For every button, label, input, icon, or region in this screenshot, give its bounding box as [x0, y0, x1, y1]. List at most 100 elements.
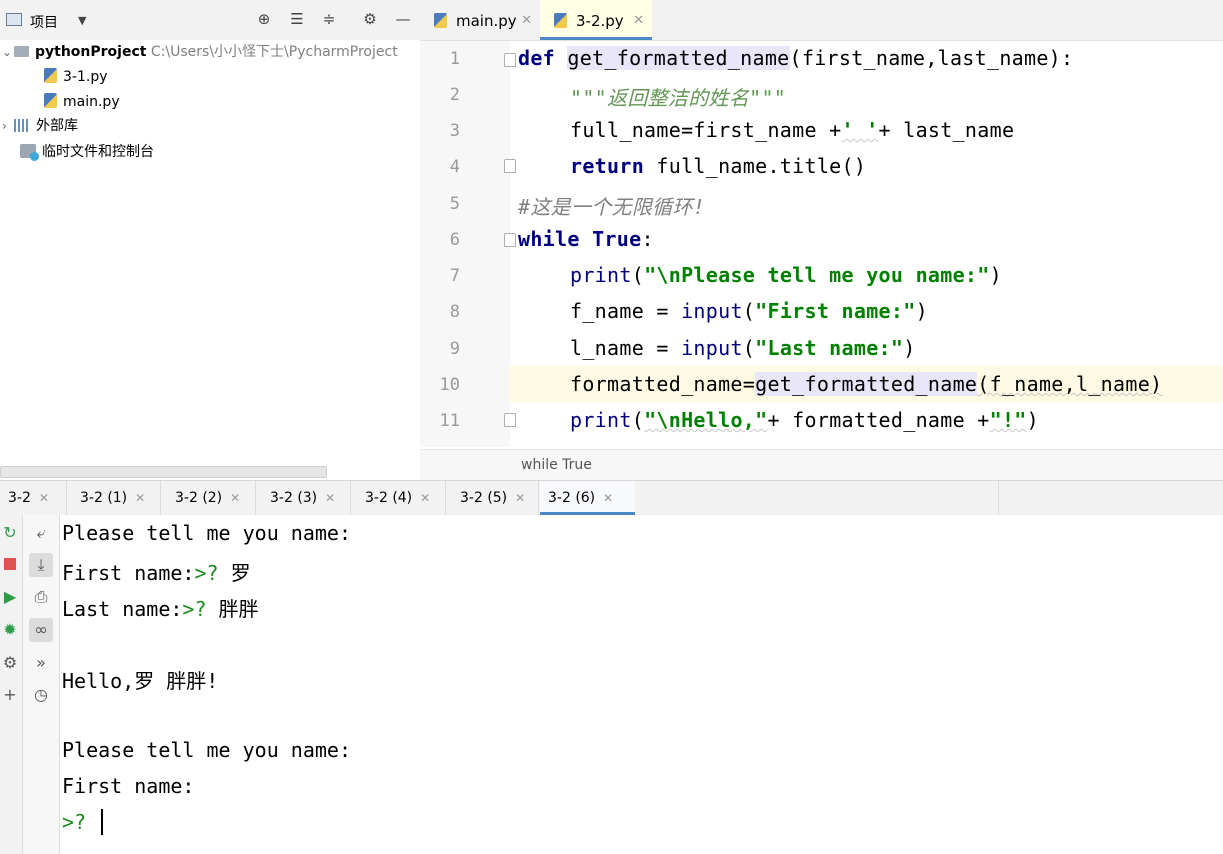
code-text: (f_name,l_name) — [977, 372, 1163, 396]
code-text: full_name=first_name + — [570, 118, 842, 142]
close-icon[interactable]: ✕ — [230, 491, 240, 505]
keyword: return — [570, 154, 645, 178]
run-tab-active[interactable]: 3-2 (6) ✕ — [540, 481, 635, 515]
console-line: Please tell me you name: — [62, 738, 351, 762]
scratches-label: 临时文件和控制台 — [42, 144, 154, 160]
line-number: 5 — [449, 194, 460, 214]
close-icon[interactable]: ✕ — [515, 491, 525, 505]
collapse-all-icon[interactable]: ≑ — [319, 9, 339, 29]
close-icon[interactable]: ✕ — [39, 491, 49, 505]
project-window-icon — [6, 13, 22, 26]
close-icon[interactable]: ✕ — [135, 491, 145, 505]
code-text: (first_name,last_name): — [789, 46, 1074, 70]
tab-3-2-py[interactable]: 3-2.py ✕ — [540, 0, 652, 40]
close-icon[interactable]: ✕ — [633, 0, 644, 42]
code-text: ( — [631, 263, 645, 287]
line-number-gutter: 1 2 3 4 5 6 7 8 9 10 11 — [420, 41, 516, 447]
debug-icon[interactable]: ✹ — [0, 618, 22, 642]
tab-separator — [66, 481, 67, 515]
chevron-right-icon[interactable]: › — [2, 114, 14, 138]
expand-all-icon[interactable]: ☰ — [287, 9, 307, 29]
stop-icon[interactable] — [0, 553, 22, 577]
code-line-8: f_name = input("First name:") — [570, 299, 928, 323]
add-icon[interactable]: + — [0, 683, 22, 707]
run-icon[interactable]: ▶ — [0, 585, 22, 609]
console-input-line[interactable]: >? — [62, 810, 98, 834]
user-input: 胖胖 — [218, 597, 259, 621]
run-tab-bar: 3-2 ✕ 3-2 (1) ✕ 3-2 (2) ✕ 3-2 (3) ✕ 3-2 (4) ✕… — [0, 480, 1223, 516]
code-line-4: return full_name.title() — [570, 154, 866, 178]
breadcrumb-item[interactable]: while True — [521, 457, 592, 473]
tree-item-file[interactable]: main.py — [44, 90, 120, 114]
run-tab-label: 3-2 — [8, 490, 31, 506]
python-file-icon — [554, 13, 567, 28]
close-icon[interactable]: ✕ — [603, 491, 613, 505]
history-icon[interactable]: ◷ — [29, 683, 53, 707]
code-text: full_name.title() — [644, 154, 867, 178]
string-literal: "First name:" — [755, 299, 916, 323]
tab-main-py[interactable]: main.py ✕ — [420, 0, 540, 40]
run-tab[interactable]: 3-2 (3) ✕ — [262, 481, 354, 515]
tree-item-scratches[interactable]: 临时文件和控制台 — [20, 140, 154, 164]
tab-label: main.py — [456, 12, 517, 30]
code-text: : — [641, 227, 654, 251]
close-icon[interactable]: ✕ — [521, 0, 532, 42]
console-line: First name:>? 罗 — [62, 557, 251, 586]
code-line-11: print("\nHello,"+ formatted_name +"!") — [570, 408, 1039, 432]
console-text: First name: — [62, 774, 195, 798]
close-icon[interactable]: ✕ — [420, 491, 430, 505]
close-icon[interactable]: ✕ — [325, 491, 335, 505]
run-tab[interactable]: 3-2 (2) ✕ — [167, 481, 259, 515]
run-toolbar: ↻ ▶ ✹ ⚙ + — [0, 515, 23, 854]
code-line-3: full_name=first_name +' '+ last_name — [570, 118, 1014, 142]
chevron-down-icon[interactable]: ⌄ — [2, 40, 14, 64]
console-text: Please tell me you name: — [62, 521, 351, 545]
variables-view-icon[interactable]: ∞ — [29, 618, 53, 642]
locate-icon[interactable]: ⊕ — [254, 9, 274, 29]
line-number: 6 — [449, 230, 460, 250]
tab-label: 3-2.py — [576, 12, 624, 30]
run-tab[interactable]: 3-2 (5) ✕ — [452, 481, 544, 515]
console-line: Please tell me you name: — [62, 521, 351, 545]
line-number: 9 — [449, 339, 460, 359]
breadcrumb[interactable]: while True — [420, 449, 1223, 480]
soft-wrap-icon[interactable]: ⤶ — [29, 521, 53, 545]
scroll-to-end-icon[interactable]: ⤓ — [29, 553, 53, 577]
tree-item-file[interactable]: 3-1.py — [44, 65, 108, 89]
tree-item-project-root[interactable]: ⌄ pythonProject C:\Users\小小怪下士\PycharmPro… — [2, 40, 398, 64]
console-line: First name: — [62, 774, 194, 798]
line-number: 2 — [449, 85, 460, 105]
code-text: + last_name — [878, 118, 1015, 142]
run-tab[interactable]: 3-2 (1) ✕ — [72, 481, 162, 515]
rerun-icon[interactable]: ↻ — [0, 521, 22, 545]
string-literal: ' ' — [841, 118, 879, 142]
gear-icon[interactable]: ⚙ — [360, 9, 380, 29]
code-editor[interactable]: def get_formatted_name(first_name,last_n… — [510, 41, 1223, 447]
scratches-icon — [20, 144, 39, 161]
console-text: Last name: — [62, 597, 183, 621]
keyword: while — [518, 227, 580, 251]
run-tab-label: 3-2 (1) — [80, 490, 128, 506]
input-prompt: >? — [62, 810, 99, 834]
user-input: 罗 — [230, 561, 251, 585]
tab-separator — [445, 481, 446, 515]
run-tab[interactable]: 3-2 ✕ — [0, 481, 66, 515]
run-tab-label: 3-2 (4) — [365, 490, 413, 506]
project-tree: ⌄ pythonProject C:\Users\小小怪下士\PycharmPro… — [0, 40, 420, 470]
run-tab[interactable]: 3-2 (4) ✕ — [357, 481, 449, 515]
horizontal-scrollbar[interactable] — [0, 466, 327, 478]
line-number: 4 — [449, 157, 460, 177]
minimize-icon[interactable]: — — [393, 9, 413, 29]
tree-item-external-libraries[interactable]: › 外部库 — [2, 114, 78, 138]
string-literal: "\nHello," — [644, 408, 768, 432]
string-literal: "!" — [989, 408, 1027, 432]
print-icon[interactable]: ⎙ — [29, 585, 53, 609]
execute-icon[interactable]: » — [29, 651, 53, 675]
settings-icon[interactable]: ⚙ — [0, 651, 22, 675]
project-panel-title[interactable]: 项目 — [30, 12, 58, 32]
code-text: ) — [903, 336, 916, 360]
python-file-icon — [44, 67, 57, 83]
code-line-7: print("\nPlease tell me you name:") — [570, 263, 1002, 287]
chevron-down-icon[interactable]: ▼ — [78, 14, 86, 27]
console-output[interactable]: Please tell me you name: First name:>? 罗… — [60, 515, 1223, 854]
